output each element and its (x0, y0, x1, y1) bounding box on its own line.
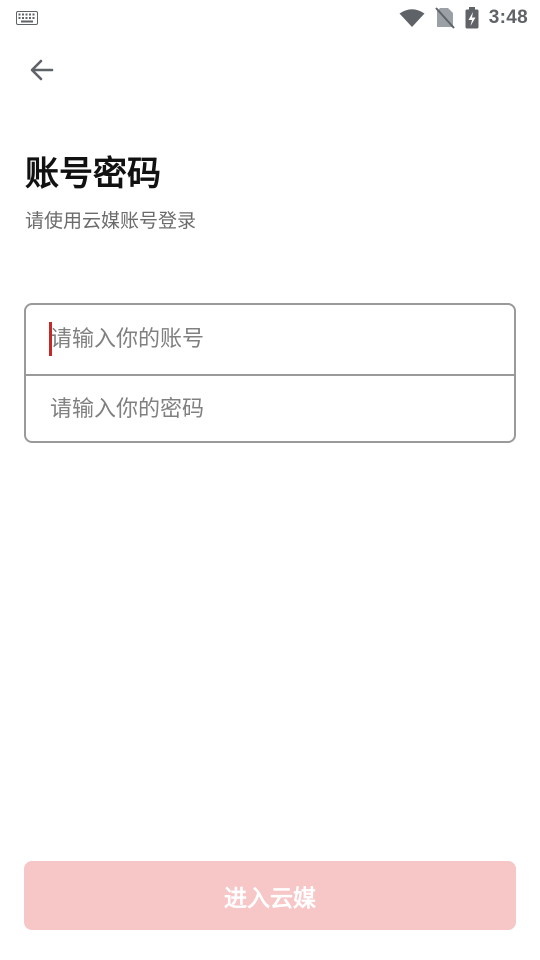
page-subtitle: 请使用云媒账号登录 (25, 210, 197, 232)
back-button[interactable] (22, 50, 62, 90)
login-form (24, 303, 516, 443)
status-time: 3:48 (488, 7, 528, 28)
status-bar: 3:48 (0, 0, 540, 36)
account-input[interactable] (50, 305, 514, 374)
battery-charging-icon (465, 7, 479, 29)
wifi-icon (399, 9, 425, 27)
arrow-left-icon (30, 59, 54, 81)
keyboard-icon (16, 11, 38, 25)
page-title: 账号密码 (25, 154, 161, 194)
password-row (26, 374, 514, 441)
login-screen: 3:48 账号密码 请使用云媒账号登录 进入云媒 (0, 0, 540, 960)
password-input[interactable] (50, 376, 514, 441)
no-sim-icon (435, 7, 455, 29)
status-left (16, 11, 38, 25)
status-right: 3:48 (399, 7, 528, 29)
enter-button[interactable]: 进入云媒 (24, 861, 516, 930)
account-row (26, 305, 514, 374)
text-cursor (49, 322, 52, 356)
